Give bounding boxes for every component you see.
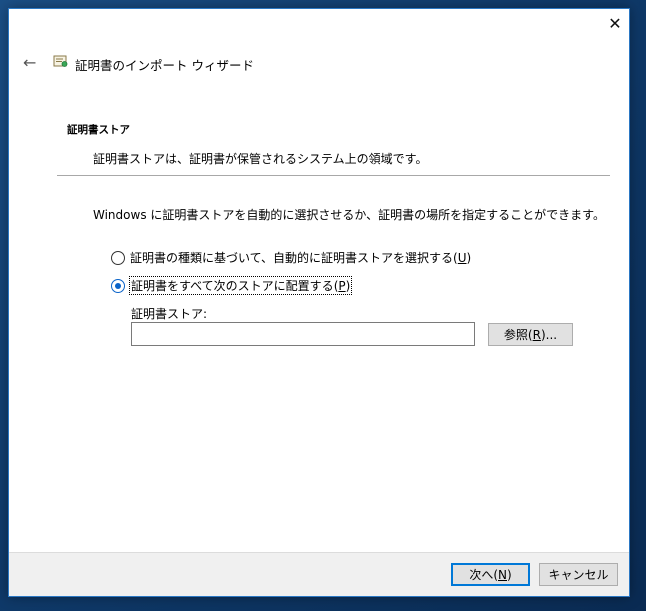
header-divider (57, 175, 610, 176)
radio-button-unchecked[interactable] (111, 250, 125, 265)
cancel-button[interactable]: キャンセル (539, 563, 618, 586)
next-button[interactable]: 次へ(N) (451, 563, 530, 586)
certificate-icon (53, 55, 68, 67)
page-description: 証明書ストアは、証明書が保管されるシステム上の領域です。 (93, 152, 428, 166)
radio-auto-select-store[interactable]: 証明書の種類に基づいて、自動的に証明書ストアを選択する(U) (111, 249, 471, 266)
radio-button-checked[interactable] (111, 278, 125, 293)
radio-auto-select-label: 証明書の種類に基づいて、自動的に証明書ストアを選択する(U) (130, 251, 472, 265)
browse-button[interactable]: 参照(R)... (488, 323, 573, 346)
certificate-store-label: 証明書ストア: (131, 307, 208, 321)
page-heading: 証明書ストア (67, 124, 130, 136)
wizard-title: 証明書のインポート ウィザード (75, 58, 254, 73)
wizard-footer: 次へ(N) キャンセル (9, 552, 629, 596)
certificate-import-wizard-window: ✕ ← 証明書のインポート ウィザード 証明書ストア 証明書ストアは、証明書が保… (8, 8, 630, 597)
instruction-text: Windows に証明書ストアを自動的に選択させるか、証明書の場所を指定すること… (93, 208, 605, 222)
radio-place-in-store-label: 証明書をすべて次のストアに配置する(P) (128, 276, 353, 295)
certificate-store-field[interactable] (131, 322, 475, 346)
close-icon[interactable]: ✕ (601, 9, 629, 37)
radio-place-in-store[interactable]: 証明書をすべて次のストアに配置する(P) (111, 276, 353, 295)
back-arrow-icon[interactable]: ← (23, 53, 36, 72)
